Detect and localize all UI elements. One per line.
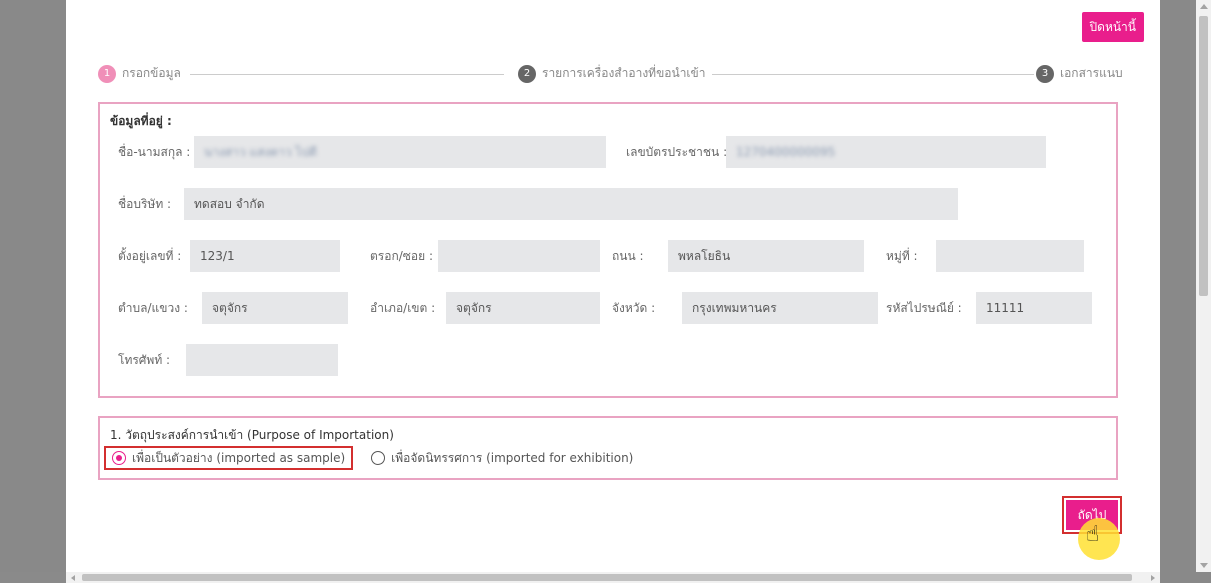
district-field[interactable]: จตุจักร	[446, 292, 600, 324]
address-section-title: ข้อมูลที่อยู่ :	[110, 114, 172, 128]
scroll-left-icon[interactable]	[71, 575, 75, 581]
id-card-field[interactable]: 1270400000095	[726, 136, 1046, 168]
modal-backdrop-left	[0, 0, 66, 572]
purpose-option-sample-label: เพื่อเป็นตัวอย่าง (imported as sample)	[132, 450, 346, 465]
horizontal-scrollbar[interactable]	[66, 572, 1160, 583]
fullname-field[interactable]: นางสาว แสงดาว ไปดี	[194, 136, 606, 168]
district-label: อำเภอ/เขต :	[370, 301, 436, 315]
scrollbar-corner	[1160, 572, 1211, 583]
soi-label: ตรอก/ซอย :	[370, 249, 433, 263]
moo-field[interactable]	[936, 240, 1084, 272]
scroll-up-icon[interactable]	[1200, 4, 1208, 9]
purpose-panel: 1. วัตถุประสงค์การนำเข้า (Purpose of Imp…	[98, 416, 1118, 480]
province-field[interactable]: กรุงเทพมหานคร	[682, 292, 878, 324]
road-field[interactable]: พหลโยธิน	[668, 240, 864, 272]
moo-label: หมู่ที่ :	[886, 249, 918, 263]
subdistrict-field[interactable]: จตุจักร	[202, 292, 348, 324]
step-3-number: 3	[1036, 64, 1054, 83]
vertical-scrollbar[interactable]	[1196, 0, 1211, 572]
province-label: จังหวัด :	[612, 301, 656, 315]
scroll-right-icon[interactable]	[1151, 575, 1155, 581]
vertical-scroll-thumb[interactable]	[1199, 16, 1208, 296]
fullname-value: นางสาว แสงดาว ไปดี	[204, 145, 317, 159]
modal-backdrop-right	[1160, 0, 1196, 572]
postcode-label: รหัสไปรษณีย์ :	[886, 301, 962, 315]
id-card-value: 1270400000095	[736, 145, 836, 159]
step-connector	[712, 74, 1034, 75]
company-field[interactable]: ทดสอบ จำกัด	[184, 188, 958, 220]
soi-field[interactable]	[438, 240, 600, 272]
step-3-label: เอกสารแนบ	[1060, 66, 1123, 80]
step-2-number: 2	[518, 64, 536, 83]
horizontal-scroll-thumb[interactable]	[82, 574, 1132, 581]
phone-field[interactable]	[186, 344, 338, 376]
radio-unchecked-icon[interactable]	[371, 451, 386, 465]
scroll-down-icon[interactable]	[1200, 563, 1208, 568]
step-indicator: 1 กรอกข้อมูล 2 รายการเครื่องสำอางที่ขอนำ…	[98, 64, 1123, 84]
radio-checked-icon[interactable]	[112, 451, 126, 465]
close-page-button[interactable]: ปิดหน้านี้	[1081, 12, 1144, 42]
step-1-label: กรอกข้อมูล	[122, 66, 181, 80]
step-3: 3 เอกสารแนบ	[1036, 64, 1123, 83]
id-card-label: เลขบัตรประชาชน :	[626, 145, 728, 159]
purpose-option-exhibition[interactable]: เพื่อจัดนิทรรศการ (imported for exhibiti…	[365, 446, 639, 470]
subdistrict-label: ตำบล/แขวง :	[118, 301, 188, 315]
step-1-number: 1	[98, 64, 116, 83]
purpose-title: 1. วัตถุประสงค์การนำเข้า (Purpose of Imp…	[110, 428, 394, 442]
step-2-label: รายการเครื่องสำอางที่ขอนำเข้า	[542, 66, 706, 80]
step-connector	[190, 74, 504, 75]
phone-label: โทรศัพท์ :	[118, 353, 171, 367]
purpose-option-sample[interactable]: เพื่อเป็นตัวอย่าง (imported as sample)	[104, 446, 354, 470]
fullname-label: ชื่อ-นามสกุล :	[118, 145, 191, 159]
step-1: 1 กรอกข้อมูล	[98, 64, 181, 83]
purpose-option-exhibition-label: เพื่อจัดนิทรรศการ (imported for exhibiti…	[391, 450, 634, 465]
house-no-label: ตั้งอยู่เลขที่ :	[118, 249, 182, 263]
form-modal: ปิดหน้านี้ 1 กรอกข้อมูล 2 รายการเครื่องส…	[66, 0, 1160, 572]
step-2: 2 รายการเครื่องสำอางที่ขอนำเข้า	[518, 64, 705, 83]
road-label: ถนน :	[612, 249, 644, 263]
hand-pointer-icon: ☝	[1086, 522, 1100, 547]
company-label: ชื่อบริษัท :	[118, 197, 172, 211]
purpose-options: เพื่อเป็นตัวอย่าง (imported as sample) เ…	[104, 446, 651, 470]
postcode-field[interactable]: 11111	[976, 292, 1092, 324]
house-no-field[interactable]: 123/1	[190, 240, 340, 272]
address-panel: ข้อมูลที่อยู่ : ชื่อ-นามสกุล : นางสาว แส…	[98, 102, 1118, 398]
